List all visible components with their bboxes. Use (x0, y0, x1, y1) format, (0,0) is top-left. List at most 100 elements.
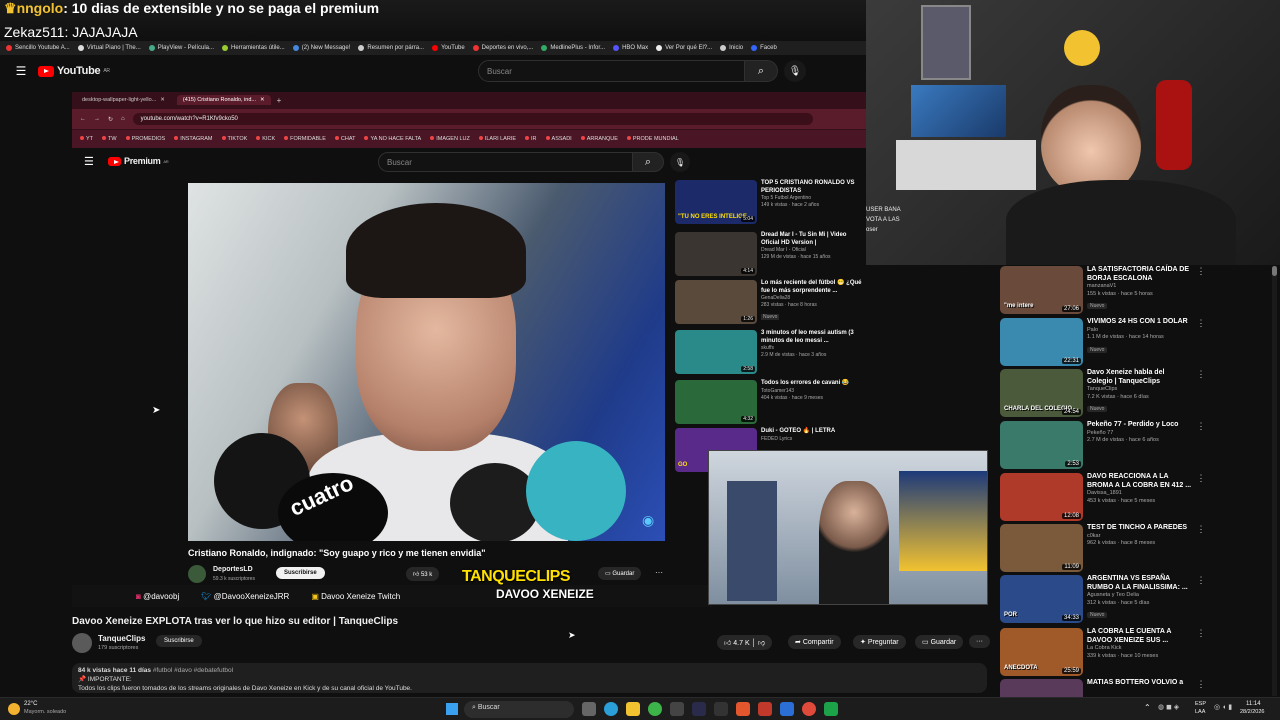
instagram-link[interactable]: ◙ @davoobj (136, 592, 179, 601)
rec-item[interactable]: CHARLA DEL COLEGIO 24:54 Davo Xeneize hab… (1000, 369, 1275, 419)
bookmark-item[interactable]: Virtual Piano | The... (77, 45, 141, 51)
inner-rec-item[interactable]: 1:26 Lo más reciente del fútbol 😁 ¿Qué f… (675, 280, 865, 326)
language-1[interactable]: ESP (1195, 701, 1206, 707)
new-tab-button[interactable]: + (277, 96, 282, 105)
rec-thumbnail[interactable]: 22:31 (1000, 318, 1083, 366)
inner-bookmark-item[interactable]: IR (525, 136, 537, 142)
twitter-link[interactable]: 🐦︎ @DavooXeneizeJRR (201, 592, 289, 601)
search-button[interactable]: ⌕ (744, 60, 778, 82)
bookmark-item[interactable]: Sencillo Youtube A... (6, 45, 70, 51)
inner-bookmark-item[interactable]: CHAT (335, 136, 356, 142)
inner-bookmark-item[interactable]: TIKTOK (222, 136, 248, 142)
inner-rec-item[interactable]: "TU NO ERES INTELIGE 5:04 TOP 5 CRISTIANO… (675, 180, 865, 226)
word-icon[interactable] (780, 702, 794, 716)
tray-chevron-icon[interactable]: ⌃ (1144, 703, 1151, 712)
thumbs-down-icon[interactable]: 👎︎ (758, 640, 765, 647)
kebab-menu-icon[interactable]: ⋮ (1196, 628, 1206, 678)
fc-icon[interactable] (692, 702, 706, 716)
share-button[interactable]: ➦ Compartir (788, 635, 841, 649)
rec-thumbnail[interactable]: "me intere 27:06 (1000, 266, 1083, 314)
rec-item[interactable]: ANECDOTA 25:59 LA COBRA LE CUENTA A DAVOO… (1000, 628, 1275, 678)
inner-bookmark-item[interactable]: PRODE MUNDIAL (627, 136, 679, 142)
network-sound-icons[interactable]: ◎ ◖ ▮ (1214, 703, 1232, 711)
kebab-menu-icon[interactable]: ⋮ (1196, 473, 1206, 523)
close-icon[interactable]: ✕ (160, 97, 165, 103)
rec-item[interactable]: 2:53 Pekeño 77 - Perdido y Loco Pekeño 77… (1000, 421, 1275, 471)
bookmark-item[interactable]: Faceb (751, 45, 777, 51)
rec-item[interactable]: 11:09 TEST DE TINCHO A PAREDES c0kar 962 k… (1000, 524, 1275, 574)
ask-button[interactable]: ✦ Preguntar (853, 635, 906, 649)
bookmark-item[interactable]: MedlinePlus - Infor... (541, 45, 605, 51)
inner-rec-thumbnail[interactable]: 4:32 (675, 380, 757, 424)
inner-bookmark-item[interactable]: ASSADI (546, 136, 572, 142)
clock-date[interactable]: 28/2/2026 (1240, 709, 1264, 715)
weather-icon[interactable] (8, 703, 20, 715)
home-icon[interactable]: ⌂ (121, 116, 125, 122)
inner-bookmark-item[interactable]: YT (80, 136, 93, 142)
inner-bookmark-item[interactable]: ILARI LARIE (479, 136, 516, 142)
bookmark-item[interactable]: HBO Max (613, 45, 648, 51)
mm-icon[interactable] (714, 702, 728, 716)
inner-search-input[interactable]: Buscar (378, 152, 633, 172)
twitch-link[interactable]: ▣ Davoo Xeneize Twitch (311, 592, 400, 601)
chrome-alt-icon[interactable] (802, 702, 816, 716)
rec-item[interactable]: 12:08 DAVO REACCIONA A LA BROMA A LA COB… (1000, 473, 1275, 523)
more-icon[interactable]: ··· (655, 568, 663, 577)
inner-bookmark-item[interactable]: INSTAGRAM (174, 136, 212, 142)
inner-tab-2[interactable]: (415) Cristiano Ronaldo, ind... ✕ (176, 95, 271, 105)
inner-rec-thumbnail[interactable]: 4:14 (675, 232, 757, 276)
channel-name[interactable]: TanqueClips (98, 634, 145, 643)
like-button[interactable]: 👍︎ 4.7 K │ 👎︎ (717, 635, 773, 650)
inner-tab-1[interactable]: desktop-wallpaper-light-yello... ✕ (76, 95, 171, 105)
inner-subscribe-button[interactable]: Suscribirse (276, 567, 325, 579)
rec-thumbnail[interactable]: CHARLA DEL COLEGIO 24:54 (1000, 369, 1083, 417)
reload-icon[interactable]: ↻ (108, 116, 113, 123)
kebab-menu-icon[interactable]: ⋮ (1196, 318, 1206, 368)
rec-thumbnail[interactable]: 12:08 (1000, 473, 1083, 521)
language-2[interactable]: LAA (1195, 709, 1205, 715)
app-icon[interactable] (670, 702, 684, 716)
back-icon[interactable]: ← (80, 116, 86, 122)
search-input[interactable]: Buscar (478, 60, 745, 82)
inner-rec-thumbnail[interactable]: 2:58 (675, 330, 757, 374)
url-field[interactable]: youtube.com/watch?v=R1Kfv9cko50 (132, 113, 813, 125)
inner-bookmark-item[interactable]: YA NO HACE FALTA (364, 136, 421, 142)
inner-bookmark-item[interactable]: FORMIDABLE (284, 136, 326, 142)
save-button[interactable]: ▭ Guardar (915, 635, 964, 649)
rec-thumbnail[interactable]: POR 34:33 (1000, 575, 1083, 623)
bookmark-item[interactable]: PlayView - Película... (148, 45, 214, 51)
rec-item[interactable]: 22:31 VIVIMOS 24 HS CON 1 DOLAR Palo 1.1 M… (1000, 318, 1275, 368)
youtube-premium-logo[interactable]: Premium AR (108, 156, 169, 166)
scrollbar[interactable] (1272, 266, 1277, 696)
menu-icon[interactable]: ☰ (84, 155, 94, 168)
rec-thumbnail[interactable]: 2:53 (1000, 421, 1083, 469)
kebab-menu-icon[interactable]: ⋮ (1196, 421, 1206, 471)
brave-icon[interactable] (736, 702, 750, 716)
kebab-menu-icon[interactable]: ⋮ (1196, 369, 1206, 419)
chrome-icon[interactable] (648, 702, 662, 716)
inner-search-button[interactable]: ⌕ (632, 152, 664, 172)
inner-rec-thumbnail[interactable]: "TU NO ERES INTELIGE 5:04 (675, 180, 757, 224)
inner-rec-item[interactable]: 2:58 3 minutos of leo messi autism (3 mi… (675, 330, 865, 376)
voice-search-button[interactable]: 🎙 (784, 60, 806, 82)
scrollbar-thumb[interactable] (1272, 266, 1277, 276)
inner-video-player[interactable]: cuatro (188, 183, 665, 541)
inner-rec-item[interactable]: 4:32 Todos los errores de cavani 😂 TotoGa… (675, 380, 865, 426)
edge-icon[interactable] (604, 702, 618, 716)
kebab-menu-icon[interactable]: ⋮ (1196, 524, 1206, 574)
bookmark-item[interactable]: Ver Por qué El?... (656, 45, 712, 51)
inner-voice-search-button[interactable]: 🎙 (670, 152, 690, 172)
bookmark-item[interactable]: (2) New Message! (292, 45, 350, 51)
inner-channel-avatar[interactable] (188, 565, 206, 583)
inner-bookmark-item[interactable]: KICK (256, 136, 275, 142)
inner-rec-thumbnail[interactable]: 1:26 (675, 280, 757, 324)
windows-start-icon[interactable] (446, 703, 458, 715)
rec-thumbnail[interactable]: 11:09 (1000, 524, 1083, 572)
file-explorer-icon[interactable] (626, 702, 640, 716)
inner-rec-item[interactable]: 4:14 Dread Mar I - Tu Sin Mi | Video Ofi… (675, 232, 865, 278)
inner-like-button[interactable]: 👍︎ 53 k (406, 567, 440, 581)
clock-time[interactable]: 11:14 (1246, 701, 1261, 707)
tray-icons[interactable]: ◍ ◼ ◈ (1158, 703, 1179, 711)
bookmark-item[interactable]: Deportes en vivo,... (472, 45, 533, 51)
inner-bookmark-item[interactable]: IMAGEN LUZ (430, 136, 470, 142)
